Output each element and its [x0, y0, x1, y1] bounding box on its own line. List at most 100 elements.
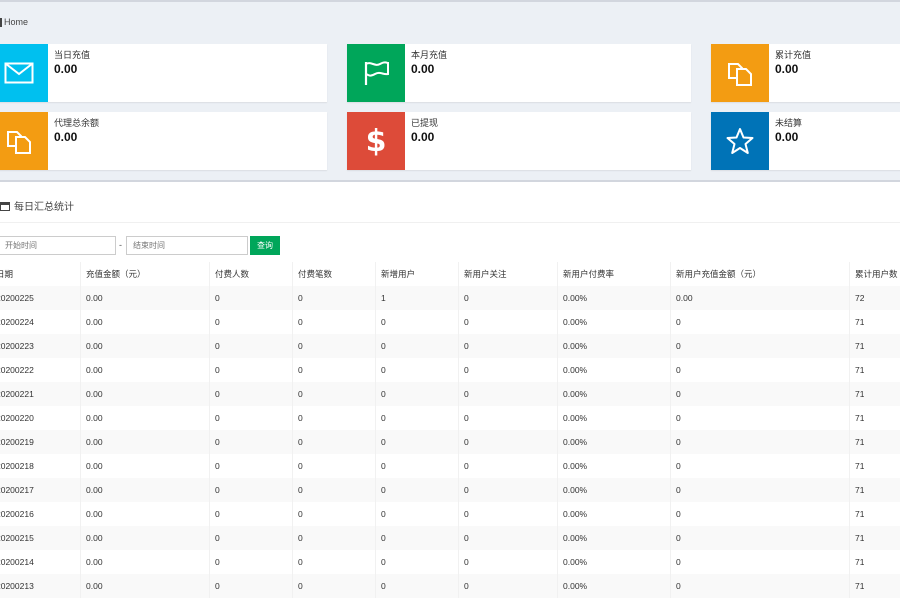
column-separator: [80, 334, 81, 358]
column-separator: [670, 478, 671, 502]
column-separator: [458, 286, 459, 310]
table-row: 20200217 0.00 0 0 0 0 0.00% 0 71: [0, 478, 900, 502]
column-separator: [209, 526, 210, 550]
table-cell: 0.00%: [563, 365, 588, 375]
column-separator: [670, 454, 671, 478]
column-separator: [557, 454, 558, 478]
table-header-cell: 付费人数: [215, 269, 250, 279]
column-separator: [670, 502, 671, 526]
table-cell: 0.00: [86, 317, 103, 327]
top-border: [0, 0, 900, 2]
table-cell: 0: [464, 485, 469, 495]
table-cell: 0: [215, 485, 220, 495]
calendar-icon: [0, 201, 10, 211]
table-header-cell: 充值金额（元）: [86, 269, 146, 279]
table-cell: 0: [676, 581, 681, 591]
column-separator: [209, 382, 210, 406]
table-cell: 20200213: [0, 581, 34, 591]
table-cell: 0: [381, 413, 386, 423]
column-separator: [80, 406, 81, 430]
column-separator: [375, 358, 376, 382]
column-separator: [292, 382, 293, 406]
column-separator: [375, 262, 376, 286]
column-separator: [557, 358, 558, 382]
column-separator: [375, 286, 376, 310]
table-cell: 20200222: [0, 365, 34, 375]
column-separator: [292, 262, 293, 286]
table-cell: 0.00%: [563, 581, 588, 591]
table-cell: 71: [855, 533, 865, 543]
column-separator: [557, 382, 558, 406]
column-separator: [292, 526, 293, 550]
table-cell: 0.00: [86, 413, 103, 423]
table-cell: 20200223: [0, 341, 34, 351]
column-separator: [670, 262, 671, 286]
table-cell: 0: [464, 365, 469, 375]
panel-header: 每日汇总统计: [0, 198, 74, 213]
query-button[interactable]: 查询: [250, 236, 280, 255]
table-cell: 20200214: [0, 557, 34, 567]
table-row: 20200223 0.00 0 0 0 0 0.00% 0 71: [0, 334, 900, 358]
column-separator: [670, 334, 671, 358]
table-cell: 0: [676, 389, 681, 399]
table-cell: 0: [464, 341, 469, 351]
table-cell: 0: [676, 365, 681, 375]
column-separator: [557, 574, 558, 598]
table-cell: 0: [676, 485, 681, 495]
card-value: 0.00: [54, 62, 78, 76]
table-cell: 0.00%: [563, 485, 588, 495]
column-separator: [458, 502, 459, 526]
table-cell: 0.00%: [563, 533, 588, 543]
column-separator: [670, 550, 671, 574]
column-separator: [80, 454, 81, 478]
table-cell: 71: [855, 461, 865, 471]
table-cell: 0: [215, 365, 220, 375]
table-cell: 0: [464, 581, 469, 591]
column-separator: [849, 478, 850, 502]
table-cell: 0: [215, 509, 220, 519]
table-cell: 0: [215, 437, 220, 447]
table-row: 20200222 0.00 0 0 0 0 0.00% 0 71: [0, 358, 900, 382]
column-separator: [849, 454, 850, 478]
table-cell: 0: [676, 413, 681, 423]
table-row: 20200221 0.00 0 0 0 0 0.00% 0 71: [0, 382, 900, 406]
table-cell: 0.00: [86, 389, 103, 399]
column-separator: [557, 286, 558, 310]
table-cell: 0: [464, 557, 469, 567]
column-separator: [209, 478, 210, 502]
table-cell: 1: [381, 293, 386, 303]
table-cell: 0.00%: [563, 509, 588, 519]
table-cell: 0: [676, 461, 681, 471]
table-cell: 0: [676, 341, 681, 351]
card-label: 代理总余额: [54, 118, 100, 128]
table-header-cell: 新用户付费率: [563, 269, 615, 279]
table-cell: 0.00: [86, 437, 103, 447]
column-separator: [557, 526, 558, 550]
table-cell: 0.00: [676, 293, 693, 303]
column-separator: [849, 502, 850, 526]
table-row: 20200216 0.00 0 0 0 0 0.00% 0 71: [0, 502, 900, 526]
column-separator: [849, 262, 850, 286]
table-header-cell: 日期: [0, 269, 14, 279]
column-separator: [458, 310, 459, 334]
column-separator: [80, 478, 81, 502]
table-cell: 0: [464, 389, 469, 399]
table-cell: 0: [298, 485, 303, 495]
table-cell: 0.00: [86, 509, 103, 519]
column-separator: [292, 574, 293, 598]
table-cell: 20200215: [0, 533, 34, 543]
table-cell: 0: [298, 413, 303, 423]
column-separator: [849, 526, 850, 550]
column-separator: [458, 526, 459, 550]
column-separator: [458, 262, 459, 286]
files-icon: [0, 112, 48, 170]
start-date-input[interactable]: [0, 236, 116, 255]
table-cell: 71: [855, 413, 865, 423]
column-separator: [80, 382, 81, 406]
column-separator: [670, 430, 671, 454]
column-separator: [80, 310, 81, 334]
breadcrumb-home[interactable]: Home: [4, 17, 28, 27]
column-separator: [849, 406, 850, 430]
column-separator: [557, 334, 558, 358]
end-date-input[interactable]: [126, 236, 248, 255]
